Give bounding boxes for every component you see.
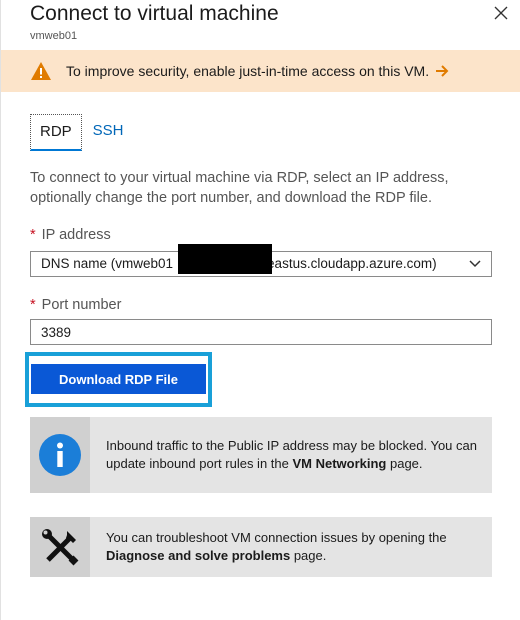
troubleshoot-info-box: You can troubleshoot VM connection issue… <box>30 517 492 577</box>
network-info-box: Inbound traffic to the Public IP address… <box>30 417 492 493</box>
port-number-label-text: Port number <box>41 297 122 313</box>
vm-name-subtitle: vmweb01 <box>30 30 78 42</box>
redaction-box <box>178 244 272 274</box>
connect-vm-blade: Connect to virtual machine vmweb01 To im… <box>0 0 520 620</box>
network-info-text: Inbound traffic to the Public IP address… <box>106 438 477 471</box>
vm-networking-link[interactable]: VM Networking <box>292 456 386 471</box>
arrow-right-icon[interactable] <box>435 64 449 78</box>
jit-warning-banner[interactable]: To improve security, enable just-in-time… <box>1 50 520 92</box>
tab-ssh[interactable]: SSH <box>84 114 133 148</box>
tab-rdp[interactable]: RDP <box>30 114 82 151</box>
ip-address-selected-prefix: DNS name (vmweb01 <box>41 256 174 271</box>
port-number-label: * Port number <box>30 297 121 313</box>
troubleshoot-info-text: You can troubleshoot VM connection issue… <box>106 530 447 563</box>
required-marker: * <box>30 297 36 313</box>
chevron-down-icon <box>469 260 481 268</box>
download-rdp-file-button[interactable]: Download RDP File <box>31 364 206 394</box>
close-icon[interactable] <box>492 4 510 22</box>
tools-icon <box>42 529 79 566</box>
ip-address-selected-suffix: eastus.cloudapp.azure.com) <box>267 256 437 271</box>
page-title: Connect to virtual machine <box>30 2 279 25</box>
port-number-input[interactable] <box>30 319 492 345</box>
warning-icon <box>31 62 51 80</box>
protocol-tabs: RDP SSH <box>30 114 133 151</box>
required-marker: * <box>30 227 36 243</box>
info-icon <box>39 434 81 476</box>
ip-address-label: * IP address <box>30 227 111 243</box>
rdp-instructions: To connect to your virtual machine via R… <box>30 170 449 206</box>
ip-address-label-text: IP address <box>41 227 111 243</box>
banner-message: To improve security, enable just-in-time… <box>66 63 430 79</box>
diagnose-solve-link[interactable]: Diagnose and solve problems <box>106 548 290 563</box>
